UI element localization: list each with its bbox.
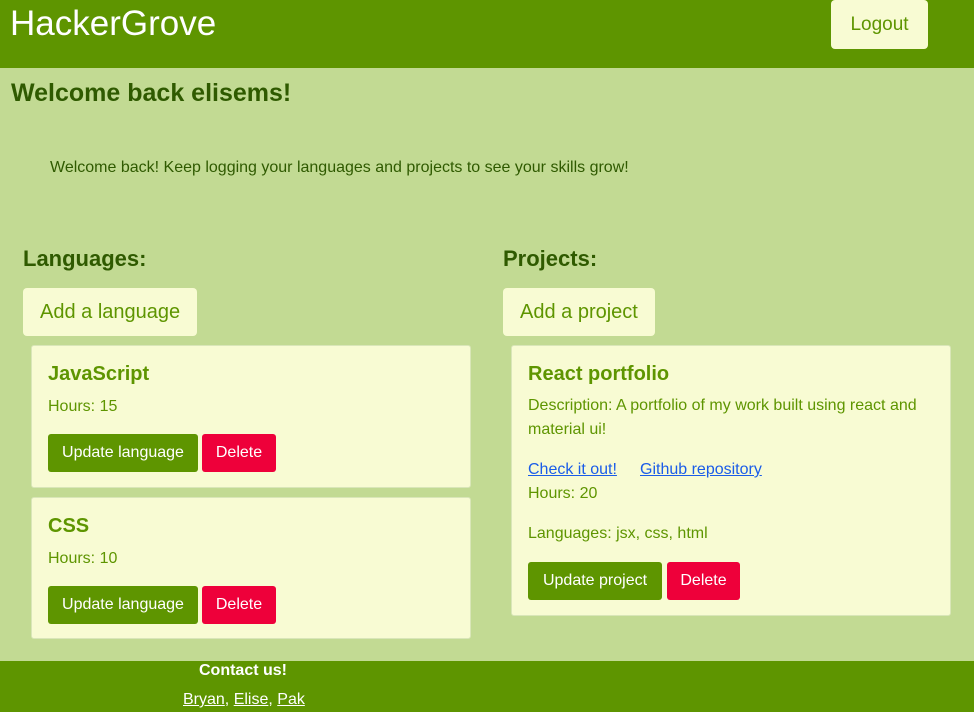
project-card: React portfolio Description: A portfolio…: [511, 345, 951, 616]
project-description-line-1: Description: A portfolio of my work buil…: [528, 397, 917, 414]
update-project-button[interactable]: Update project: [528, 562, 662, 600]
update-language-button[interactable]: Update language: [48, 586, 198, 624]
language-card: CSS Hours: 10 Update language Delete: [31, 497, 471, 639]
contact-separator: ,: [224, 691, 234, 708]
delete-project-button[interactable]: Delete: [667, 562, 740, 600]
contact-link-pak[interactable]: Pak: [277, 691, 305, 708]
welcome-title: Welcome back elisems!: [11, 79, 292, 107]
footer-contacts: Bryan, Elise, Pak: [183, 691, 305, 709]
projects-heading: Projects:: [503, 246, 598, 271]
project-repo-link[interactable]: Github repository: [640, 461, 762, 479]
language-hours: Hours: 15: [48, 398, 118, 415]
project-languages: Languages: jsx, css, html: [528, 525, 708, 542]
header-bar: HackerGrove Logout: [0, 0, 974, 68]
languages-heading: Languages:: [23, 246, 147, 271]
project-live-link[interactable]: Check it out!: [528, 461, 617, 479]
update-language-button[interactable]: Update language: [48, 434, 198, 472]
delete-language-button[interactable]: Delete: [202, 434, 276, 472]
welcome-message: Welcome back! Keep logging your language…: [50, 159, 629, 176]
language-card: JavaScript Hours: 15 Update language Del…: [31, 345, 471, 488]
contact-link-bryan[interactable]: Bryan: [183, 691, 225, 708]
contact-link-elise[interactable]: Elise: [234, 691, 269, 708]
footer: Contact us! Bryan, Elise, Pak: [0, 661, 974, 712]
language-name: CSS: [48, 515, 90, 537]
footer-title: Contact us!: [199, 662, 287, 679]
brand-logo[interactable]: HackerGrove: [10, 4, 216, 44]
project-hours: Hours: 20: [528, 485, 598, 502]
contact-separator: ,: [268, 691, 278, 708]
delete-language-button[interactable]: Delete: [202, 586, 276, 624]
project-name: React portfolio: [528, 363, 670, 385]
logout-button[interactable]: Logout: [831, 0, 928, 49]
language-hours: Hours: 10: [48, 550, 118, 567]
project-description-line-2: material ui!: [528, 421, 607, 438]
add-project-button[interactable]: Add a project: [503, 288, 655, 336]
language-name: JavaScript: [48, 363, 150, 385]
add-language-button[interactable]: Add a language: [23, 288, 198, 336]
